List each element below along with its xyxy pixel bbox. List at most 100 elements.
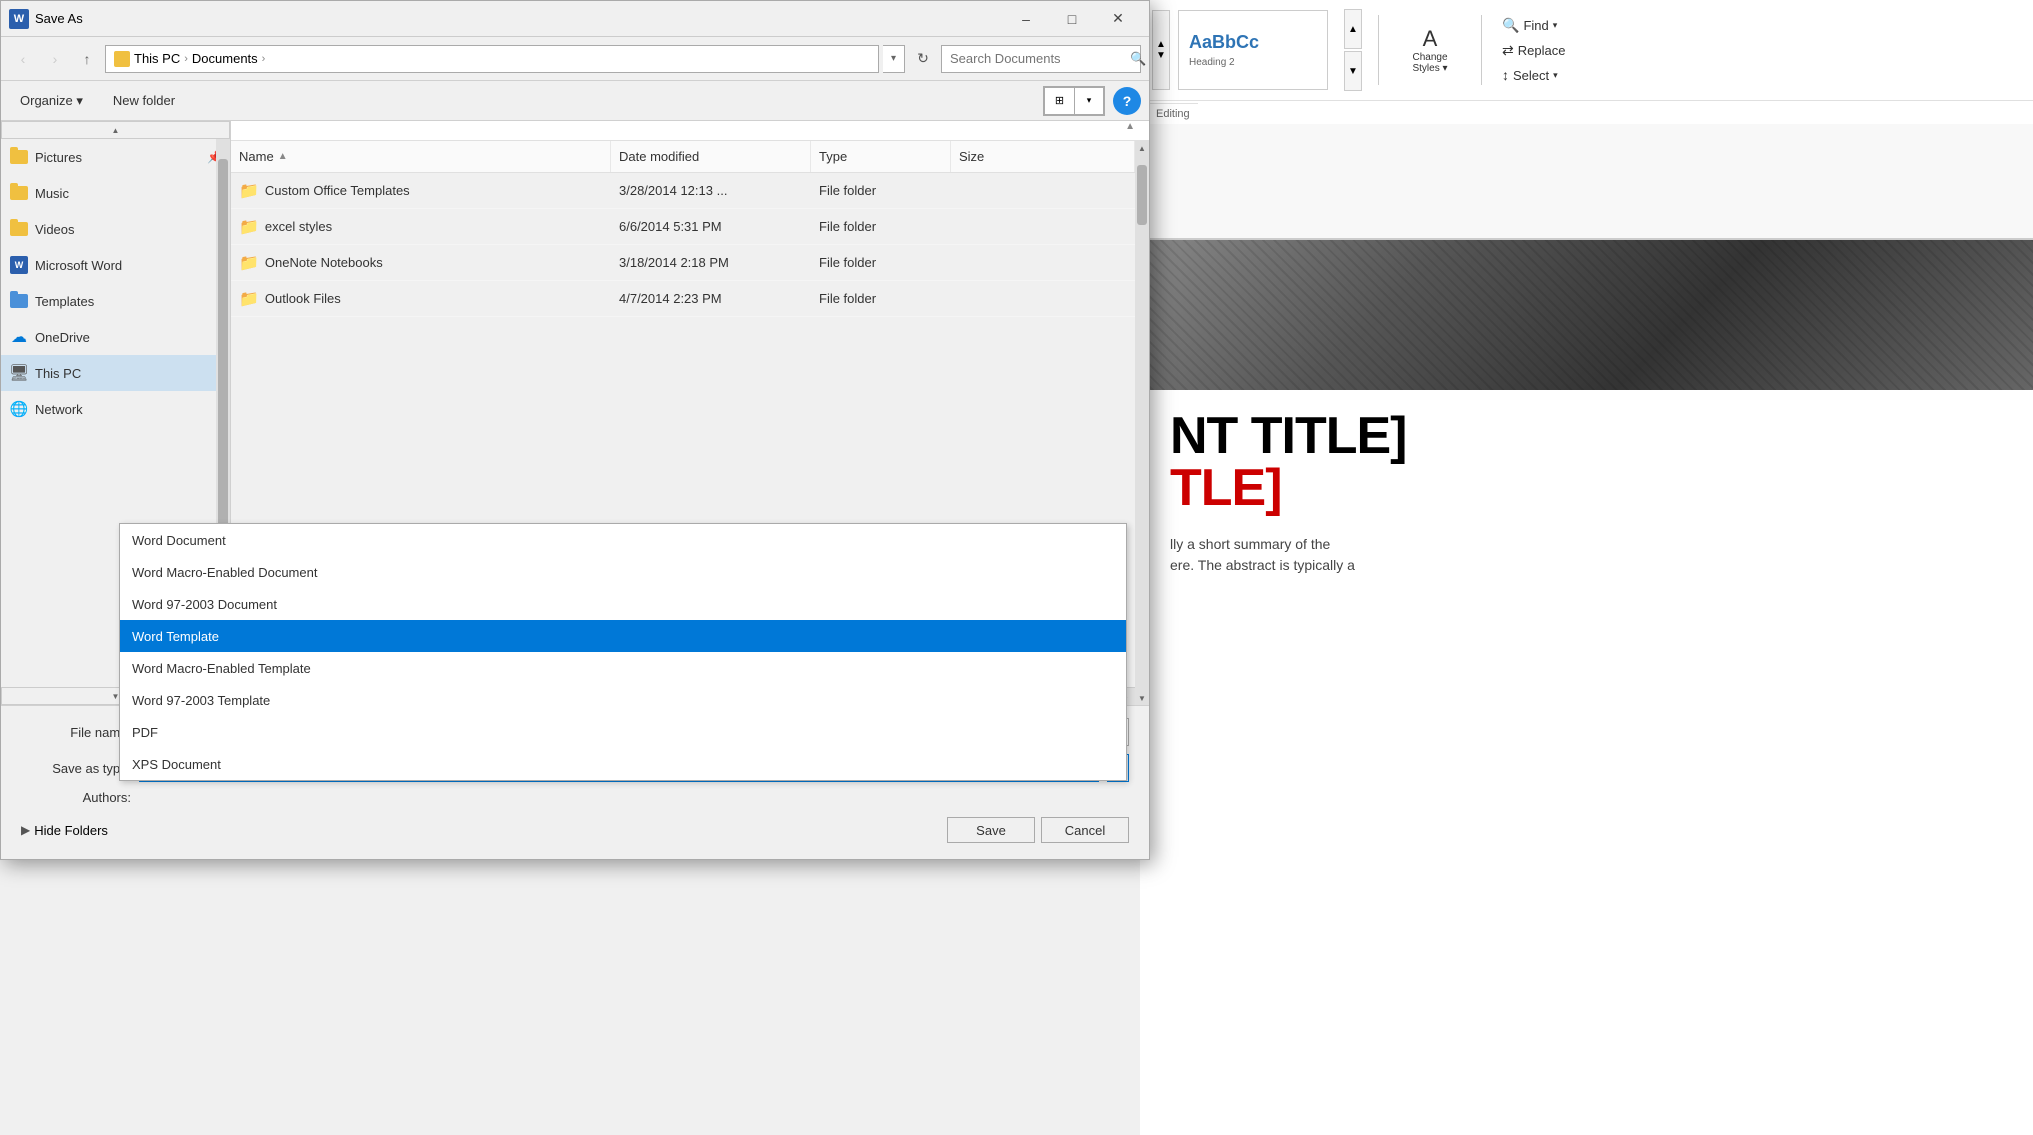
sidebar-item-templates[interactable]: Templates [1,283,230,319]
v-scroll-up-btn[interactable]: ▲ [1138,141,1146,155]
replace-btn[interactable]: ⇄ Replace [1498,40,1569,61]
search-input[interactable] [950,51,1126,66]
nav-scroll-up[interactable]: ▲ [1,121,230,139]
file-cell-name-2: 📁 OneNote Notebooks [231,253,611,273]
dropdown-item-word-97[interactable]: Word 97-2003 Document [120,588,1126,620]
music-folder-icon [9,183,29,203]
dialog-buttons: Save Cancel [947,813,1129,847]
file-folder-icon-2: 📁 [239,253,259,273]
save-as-dialog: W Save As – □ ✕ ‹ › ↑ This PC › Document… [0,0,1150,860]
view-chevron-btn[interactable]: ▾ [1074,87,1104,115]
dialog-app-icon: W [9,9,29,29]
ribbon-scroll-up-btn[interactable]: ▲▼ [1152,10,1170,90]
onedrive-icon: ☁ [9,327,29,347]
dropdown-item-word-macro[interactable]: Word Macro-Enabled Document [120,556,1126,588]
savetype-label: Save as type: [21,761,131,776]
sort-arrow-up[interactable]: ▲ [1125,121,1135,140]
bottom-actions: ▶ Hide Folders Save Cancel [21,813,1129,847]
col-header-size[interactable]: Size [951,141,1135,172]
hide-folders-label: Hide Folders [34,823,108,838]
col-header-date[interactable]: Date modified [611,141,811,172]
cancel-button[interactable]: Cancel [1041,817,1129,843]
sidebar-label-videos: Videos [35,222,75,237]
videos-folder-icon [9,219,29,239]
sidebar-item-network[interactable]: 🌐 Network [1,391,230,427]
style-scroll-down[interactable]: ▼ [1344,51,1362,91]
sidebar-item-thispc[interactable]: 🖥 This PC [1,355,230,391]
dropdown-item-word-template[interactable]: Word Template [120,620,1126,652]
dropdown-item-xps[interactable]: XPS Document [120,748,1126,780]
heading2-label: Heading 2 [1189,57,1235,68]
change-styles-label: ChangeStyles ▾ [1412,52,1447,74]
address-dropdown-btn[interactable]: ▾ [883,45,905,73]
filename-label: File name: [21,725,131,740]
sidebar-label-msword: Microsoft Word [35,258,122,273]
col-header-type[interactable]: Type [811,141,951,172]
view-list-btn[interactable]: ⊞ [1044,87,1074,115]
save-button[interactable]: Save [947,817,1035,843]
refresh-btn[interactable]: ↻ [909,45,937,73]
word-title-line2: TLE] [1170,462,2003,514]
minimize-btn[interactable]: – [1003,1,1049,37]
dropdown-item-word-macro-template[interactable]: Word Macro-Enabled Template [120,652,1126,684]
file-cell-type-0: File folder [811,183,951,198]
help-btn[interactable]: ? [1113,87,1141,115]
style-scroll-up[interactable]: ▲ [1344,9,1362,49]
table-row[interactable]: 📁 Outlook Files 4/7/2014 2:23 PM File fo… [231,281,1135,317]
col-header-name[interactable]: Name ▲ [231,141,611,172]
path-folder-icon [114,51,130,67]
word-title-line1: NT TITLE] [1170,410,2003,462]
up-btn[interactable]: ↑ [73,45,101,73]
templates-folder-icon [9,291,29,311]
file-cell-type-2: File folder [811,255,951,270]
heading2-preview-text: AaBbCc [1189,32,1259,53]
network-icon: 🌐 [9,399,29,419]
forward-btn[interactable]: › [41,45,69,73]
table-row[interactable]: 📁 excel styles 6/6/2014 5:31 PM File fol… [231,209,1135,245]
sidebar-item-videos[interactable]: Videos [1,211,230,247]
sidebar-label-templates: Templates [35,294,94,309]
v-scrollbar[interactable]: ▲ ▼ [1135,141,1149,705]
msword-icon: W [9,255,29,275]
sidebar-item-msword[interactable]: W Microsoft Word [1,247,230,283]
table-row[interactable]: 📁 OneNote Notebooks 3/18/2014 2:18 PM Fi… [231,245,1135,281]
select-btn[interactable]: ↕ Select ▾ [1498,65,1569,85]
search-icon[interactable]: 🔍 [1130,51,1146,67]
authors-label: Authors: [21,790,131,805]
window-controls: – □ ✕ [1003,1,1141,37]
sidebar-item-pictures[interactable]: Pictures 📌 [1,139,230,175]
header-sort-area: ▲ [231,121,1149,141]
find-btn[interactable]: 🔍 Find ▾ [1498,15,1569,36]
thispc-icon: 🖥 [9,363,29,383]
v-scroll-thumb [1137,165,1147,225]
dropdown-item-word-97-template[interactable]: Word 97-2003 Template [120,684,1126,716]
v-scroll-down-btn[interactable]: ▼ [1138,691,1146,705]
hide-folders-row[interactable]: ▶ Hide Folders [21,817,108,844]
path-sep2: › [262,53,266,65]
organize-btn[interactable]: Organize ▾ [9,87,94,115]
address-path-bar[interactable]: This PC › Documents › [105,45,879,73]
dropdown-item-word-doc[interactable]: Word Document [120,524,1126,556]
sidebar-label-pictures: Pictures [35,150,82,165]
sidebar-item-music[interactable]: Music [1,175,230,211]
file-cell-name-3: 📁 Outlook Files [231,289,611,309]
close-btn[interactable]: ✕ [1095,1,1141,37]
new-folder-btn[interactable]: New folder [102,87,186,115]
file-cell-date-3: 4/7/2014 2:23 PM [611,291,811,306]
sidebar-label-onedrive: OneDrive [35,330,90,345]
file-cell-name-1: 📁 excel styles [231,217,611,237]
search-box: 🔍 [941,45,1141,73]
editing-section-label: Editing [1148,103,1198,124]
authors-row: Authors: [21,790,1129,805]
sidebar-item-onedrive[interactable]: ☁ OneDrive [1,319,230,355]
dropdown-item-pdf[interactable]: PDF [120,716,1126,748]
file-folder-icon-3: 📁 [239,289,259,309]
heading2-style-box[interactable]: AaBbCc Heading 2 [1178,10,1328,90]
bottom-form-wrapper: Word Document Word Macro-Enabled Documen… [1,705,1149,859]
file-folder-icon-1: 📁 [239,217,259,237]
word-body-text: lly a short summary of the ere. The abst… [1170,534,2003,576]
maximize-btn[interactable]: □ [1049,1,1095,37]
table-row[interactable]: 📁 Custom Office Templates 3/28/2014 12:1… [231,173,1135,209]
back-btn[interactable]: ‹ [9,45,37,73]
change-styles-btn[interactable]: A ChangeStyles ▾ [1395,20,1465,80]
